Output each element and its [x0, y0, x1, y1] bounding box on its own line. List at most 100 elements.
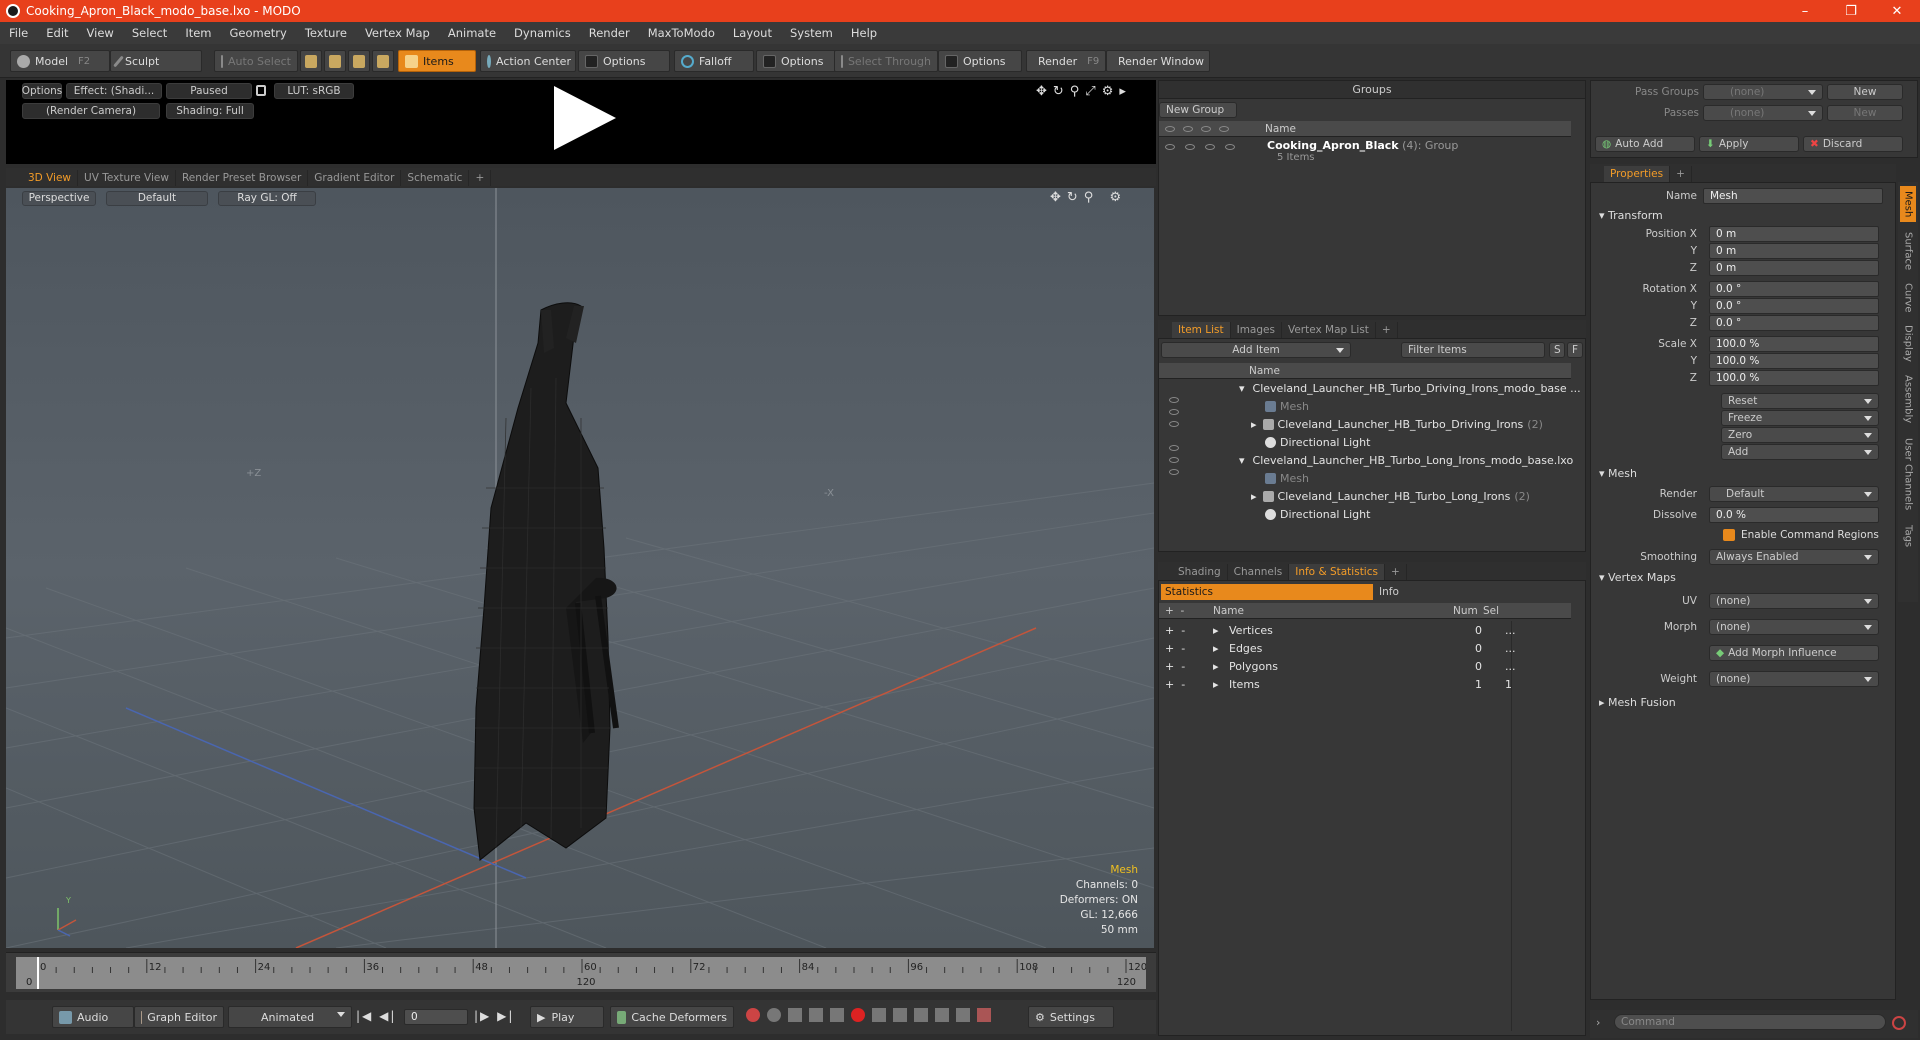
materials-mode-button[interactable]: [372, 50, 394, 72]
minimize-button[interactable]: –: [1782, 0, 1828, 22]
scale-z-field[interactable]: 100.0 %: [1709, 370, 1879, 386]
preview-paused-button[interactable]: Paused: [166, 83, 252, 99]
raygl-dropdown[interactable]: Ray GL: Off: [218, 190, 316, 206]
render-button[interactable]: Render F9: [1026, 50, 1106, 72]
apply-button[interactable]: ⬇ Apply: [1699, 136, 1799, 152]
audio-button[interactable]: Audio: [52, 1006, 134, 1028]
eye-icon[interactable]: [1169, 409, 1179, 415]
side-tab-surface[interactable]: Surface: [1900, 226, 1916, 276]
eye-icon[interactable]: [1165, 144, 1175, 150]
tab-render-preset-browser[interactable]: Render Preset Browser: [176, 170, 309, 186]
itemlist-row-scene1[interactable]: ▾ Cleveland_Launcher_HB_Turbo_Driving_Iro…: [1239, 379, 1581, 397]
falloff-options-button[interactable]: Options: [756, 50, 836, 72]
info-tab[interactable]: Info: [1375, 584, 1565, 600]
lock-icon[interactable]: [1205, 144, 1215, 150]
discard-button[interactable]: ✖ Discard: [1803, 136, 1903, 152]
loop-icon[interactable]: [935, 1008, 949, 1022]
select-through-options-button[interactable]: Options: [938, 50, 1022, 72]
tab-vertex-map-list[interactable]: Vertex Map List: [1282, 322, 1376, 338]
enable-command-regions-checkbox[interactable]: [1723, 529, 1735, 541]
apron-model[interactable]: [473, 302, 619, 861]
new-pass-group-button[interactable]: New: [1827, 84, 1903, 100]
new-pass-button[interactable]: New: [1827, 105, 1903, 121]
key-tools[interactable]: [746, 1008, 991, 1022]
expand-icon[interactable]: ▾: [1239, 454, 1245, 467]
falloff-button[interactable]: Falloff: [674, 50, 754, 72]
expand-icon[interactable]: ▾: [1239, 382, 1245, 395]
weight-dropdown[interactable]: (none): [1709, 671, 1879, 687]
tab-uv-texture-view[interactable]: UV Texture View: [78, 170, 176, 186]
timeline[interactable]: 0 12 24 36 48 60 72 84 96 108 120 0 120 120: [6, 952, 1156, 992]
menu-texture[interactable]: Texture: [296, 26, 356, 40]
menu-vertex-map[interactable]: Vertex Map: [356, 26, 439, 40]
freeze-dropdown[interactable]: Freeze: [1721, 410, 1879, 426]
close-button[interactable]: ✕: [1874, 0, 1920, 22]
side-tab-tags[interactable]: Tags: [1900, 520, 1916, 552]
model-button[interactable]: Model F2: [10, 50, 110, 72]
render-dropdown[interactable]: Default: [1709, 486, 1879, 502]
reset-dropdown[interactable]: Reset: [1721, 393, 1879, 409]
next-frame-icon[interactable]: [914, 1008, 928, 1022]
preview-lut-dropdown[interactable]: LUT: sRGB: [274, 83, 354, 99]
vertices-mode-button[interactable]: [300, 50, 322, 72]
stats-row-vertices[interactable]: + -▸Vertices0...: [1159, 621, 1571, 639]
menu-system[interactable]: System: [781, 26, 842, 40]
next-key-icon[interactable]: [809, 1008, 823, 1022]
tab-3d-view[interactable]: 3D View: [22, 170, 79, 186]
key-filter-icon[interactable]: [872, 1008, 886, 1022]
eye-icon[interactable]: [1169, 457, 1179, 463]
menu-geometry[interactable]: Geometry: [221, 26, 296, 40]
itemlist-row-light1[interactable]: Directional Light: [1265, 433, 1565, 451]
visibility-icon[interactable]: [1165, 125, 1175, 132]
collapse-icon[interactable]: ▸: [1251, 418, 1257, 431]
tab-properties[interactable]: Properties: [1604, 166, 1671, 182]
eye-icon[interactable]: [1169, 397, 1179, 403]
command-stop-icon[interactable]: [1892, 1016, 1906, 1030]
itemlist-row-scene2[interactable]: ▾ Cleveland_Launcher_HB_Turbo_Long_Irons_…: [1239, 451, 1573, 469]
side-tab-assembly[interactable]: Assembly: [1900, 370, 1916, 428]
tab-add[interactable]: +: [469, 170, 492, 186]
passes-dropdown[interactable]: (none): [1703, 105, 1823, 121]
render-window-button[interactable]: Render Window: [1106, 50, 1210, 72]
dissolve-field[interactable]: 0.0 %: [1709, 507, 1879, 523]
tab-add-itemlist[interactable]: +: [1376, 322, 1398, 338]
items-mode-button[interactable]: Items: [398, 50, 476, 72]
tab-item-list[interactable]: Item List: [1172, 322, 1231, 338]
mesh-section[interactable]: ▾ Mesh: [1599, 467, 1637, 480]
statistics-tab[interactable]: Statistics: [1161, 584, 1373, 600]
itemlist-row-mesh1[interactable]: Mesh: [1265, 397, 1565, 415]
preview-camera-dropdown[interactable]: (Render Camera): [22, 103, 160, 119]
side-tab-user-channels[interactable]: User Channels: [1900, 432, 1916, 516]
lock-icon[interactable]: [256, 85, 266, 96]
expand-icon[interactable]: ▸: [1213, 660, 1229, 673]
transform-section[interactable]: ▾ Transform: [1599, 209, 1663, 222]
tab-shading[interactable]: Shading: [1172, 564, 1228, 580]
menu-animate[interactable]: Animate: [439, 26, 505, 40]
menu-item[interactable]: Item: [176, 26, 220, 40]
tab-schematic[interactable]: Schematic: [401, 170, 470, 186]
side-tab-mesh[interactable]: Mesh: [1900, 186, 1916, 222]
preview-effect-dropdown[interactable]: Effect: (Shadi...: [66, 83, 162, 99]
render-toggle-icon[interactable]: [1183, 125, 1193, 132]
position-x-field[interactable]: 0 m: [1709, 226, 1879, 242]
expand-icon[interactable]: ▸: [1213, 624, 1229, 637]
render-icon[interactable]: [1185, 144, 1195, 150]
tab-channels[interactable]: Channels: [1228, 564, 1290, 580]
stats-row-polygons[interactable]: + -▸Polygons0...: [1159, 657, 1571, 675]
forward-buttons[interactable]: |▶ ▶|: [474, 1009, 514, 1023]
add-item-dropdown[interactable]: Add Item: [1161, 342, 1351, 358]
add-remove-icons[interactable]: + -: [1165, 624, 1213, 637]
filter-items-input[interactable]: Filter Items: [1401, 342, 1545, 358]
menu-layout[interactable]: Layout: [724, 26, 781, 40]
rewind-buttons[interactable]: |◀ ◀|: [356, 1009, 396, 1023]
filter-f-button[interactable]: F: [1567, 342, 1583, 358]
add-dropdown[interactable]: Add: [1721, 444, 1879, 460]
add-remove-icons[interactable]: + -: [1165, 678, 1213, 691]
auto-select-button[interactable]: Auto Select: [214, 50, 298, 72]
action-center-button[interactable]: Action Center: [480, 50, 576, 72]
itemlist-row-light2[interactable]: Directional Light: [1265, 505, 1565, 523]
expand-icon[interactable]: ▸: [1213, 678, 1229, 691]
viewport-nav-icons[interactable]: ✥↻⚲ ⚙: [1050, 190, 1127, 205]
maximize-button[interactable]: ❐: [1828, 0, 1874, 22]
record-icon[interactable]: [851, 1008, 865, 1022]
